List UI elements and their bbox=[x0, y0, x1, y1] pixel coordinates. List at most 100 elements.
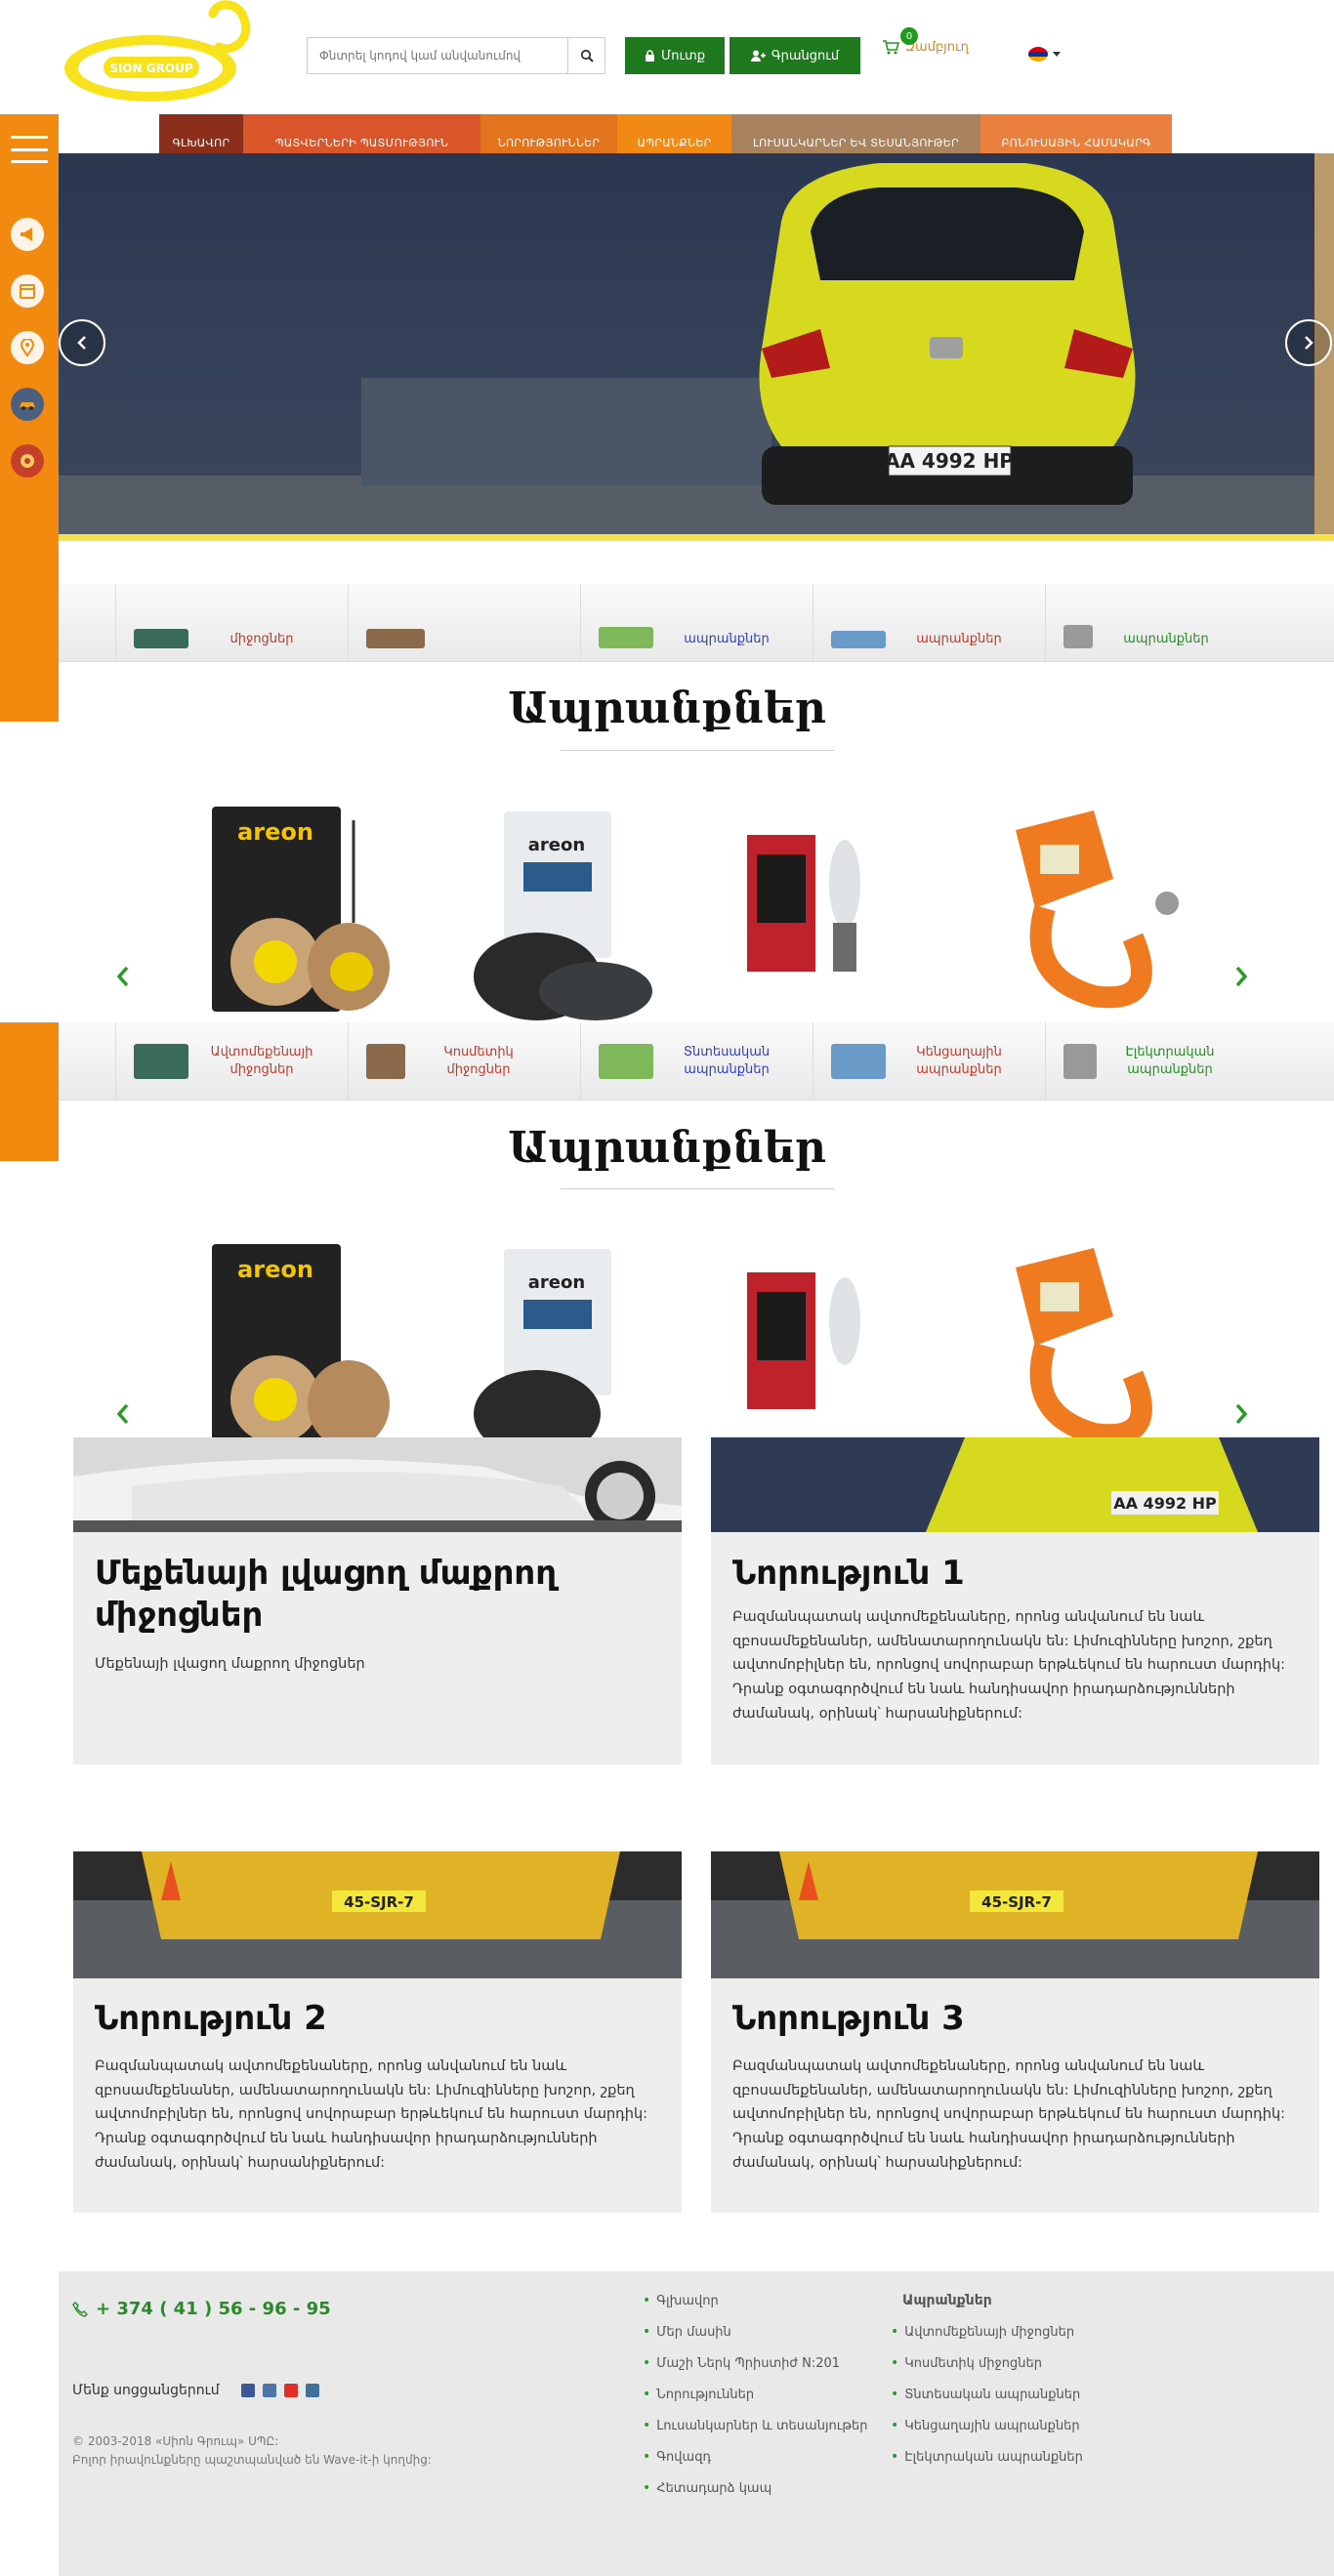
product-card[interactable] bbox=[986, 1238, 1172, 1437]
lock-icon bbox=[645, 50, 654, 62]
menu-icon[interactable] bbox=[11, 136, 48, 163]
footer: + 374 ( 41 ) 56 - 96 - 95 Մենք սոցցանցեր… bbox=[59, 2271, 1334, 2576]
footer-link-news[interactable]: Նորություններ bbox=[643, 2379, 867, 2410]
footer-product-link-electric[interactable]: Էլեկտրական ապրանքներ bbox=[891, 2441, 1083, 2472]
copyright-line: Բոլոր իրավունքները պաշտպանված են Wave-it… bbox=[72, 2453, 432, 2468]
category-item-domestic[interactable]: Կենցաղային ապրանքներ bbox=[813, 1022, 1045, 1101]
chevron-right-icon bbox=[1235, 966, 1248, 987]
category-item-cosmetic[interactable]: Կոսմետիկ միջոցներ bbox=[348, 1022, 580, 1101]
youtube-icon[interactable] bbox=[283, 2384, 298, 2397]
category-strip: Ավտոմեքենայի միջոցներ Կոսմետիկ միջոցներ … bbox=[59, 1022, 1334, 1101]
products-next-arrow[interactable] bbox=[1230, 962, 1253, 991]
category-strip-top: միջոցներ ապրանքներ ապրանքներ ապրանքներ bbox=[59, 584, 1334, 662]
search-input[interactable] bbox=[308, 38, 567, 73]
search-button[interactable] bbox=[567, 38, 604, 73]
footer-product-link-cosmetic[interactable]: Կոսմետիկ միջոցներ bbox=[891, 2347, 1083, 2379]
news-title[interactable]: Նորություն 3 bbox=[732, 1998, 965, 2040]
areon-ken-image: areon bbox=[474, 1249, 611, 1437]
news-card[interactable]: 45-SJR-7 Նորություն 3 Բազմանպատակ ավտոմե… bbox=[711, 1851, 1319, 2213]
products-prev-arrow[interactable] bbox=[111, 1399, 135, 1429]
bonus-icon[interactable] bbox=[11, 444, 44, 478]
products-section-title: Ապրանքներ bbox=[508, 1123, 826, 1173]
location-icon[interactable] bbox=[11, 331, 44, 364]
chevron-left-icon bbox=[116, 966, 129, 987]
footer-product-link-domestic[interactable]: Կենցաղային ապրանքներ bbox=[891, 2410, 1083, 2441]
ferrari-news-image: 45-SJR-7 bbox=[711, 1851, 1319, 1978]
hero-next-arrow[interactable] bbox=[1285, 319, 1332, 366]
halogen-lamp-image bbox=[747, 1272, 860, 1409]
footer-product-links: Ավտոմեքենայի միջոցներ Կոսմետիկ միջոցներ … bbox=[891, 2316, 1083, 2472]
search-box bbox=[307, 37, 605, 74]
category-item-domestic-clipped[interactable]: ապրանքներ bbox=[813, 584, 1045, 662]
footer-link-ads[interactable]: Գովազդ bbox=[643, 2441, 867, 2472]
calendar-icon[interactable] bbox=[11, 274, 44, 308]
product-card[interactable]: areon bbox=[207, 801, 393, 1016]
title-underline bbox=[561, 750, 834, 751]
category-item-household-clipped[interactable]: ապրանքներ bbox=[580, 584, 813, 662]
chevron-left-icon bbox=[77, 336, 86, 350]
megaphone-icon[interactable] bbox=[11, 218, 44, 251]
news-card[interactable]: 45-SJR-7 Նորություն 2 Բազմանպատակ ավտոմե… bbox=[73, 1851, 682, 2213]
products-prev-arrow[interactable] bbox=[111, 962, 135, 991]
news-card[interactable]: Մեքենայի լվացող մաքրող միջոցներ Մեքենայի… bbox=[73, 1437, 682, 1765]
chevron-right-icon bbox=[1235, 1403, 1248, 1425]
svg-text:areon: areon bbox=[528, 835, 585, 855]
logo-text: SION GROUP bbox=[109, 62, 193, 75]
language-selector[interactable] bbox=[1028, 47, 1061, 62]
footer-link-contact[interactable]: Հետադարձ կապ bbox=[643, 2472, 867, 2504]
news-title[interactable]: Մեքենայի լվացող մաքրող միջոցներ bbox=[95, 1553, 642, 1636]
instagram-icon[interactable] bbox=[305, 2384, 319, 2397]
follow-label: Մենք սոցցանցերում bbox=[72, 2383, 220, 2398]
footer-product-link-household[interactable]: Տնտեսական ապրանքներ bbox=[891, 2379, 1083, 2410]
product-card[interactable]: areon bbox=[469, 806, 654, 1020]
news-text: Մեքենայի լվացող մաքրող միջոցներ bbox=[95, 1656, 365, 1672]
category-item-auto-clipped[interactable]: միջոցներ bbox=[115, 584, 348, 662]
vk-icon[interactable] bbox=[262, 2384, 276, 2397]
electric-products-thumb bbox=[1063, 1044, 1097, 1079]
household-products-thumb bbox=[599, 627, 653, 648]
areon-fresco-image: areon bbox=[212, 807, 390, 1012]
halogen-lamp-image bbox=[747, 835, 860, 972]
products-next-arrow[interactable] bbox=[1230, 1399, 1253, 1429]
hero-prev-arrow[interactable] bbox=[59, 319, 105, 366]
add-user-icon bbox=[750, 50, 766, 62]
category-item-electric-clipped[interactable]: ապրանքներ bbox=[1045, 584, 1277, 662]
facebook-icon[interactable] bbox=[240, 2384, 255, 2397]
domestic-products-thumb bbox=[831, 1044, 886, 1079]
news-card[interactable]: AA 4992 HP Նորություն 1 Բազմանպատակ ավտո… bbox=[711, 1437, 1319, 1765]
footer-link-about[interactable]: Մեր մասին bbox=[643, 2316, 867, 2347]
product-card[interactable] bbox=[986, 801, 1179, 1016]
footer-products-heading: Ապրանքներ bbox=[902, 2293, 992, 2308]
auto-products-thumb bbox=[134, 1044, 188, 1079]
category-label: Ավտոմեքենայի միջոցներ bbox=[210, 1045, 313, 1077]
areon-ken-image: areon bbox=[474, 811, 652, 1020]
household-products-thumb bbox=[599, 1044, 653, 1079]
register-button[interactable]: Գրանցում bbox=[730, 37, 860, 74]
category-item-electric[interactable]: Էլեկտրական ապրանքներ bbox=[1045, 1022, 1277, 1101]
product-card[interactable]: areon bbox=[207, 1238, 393, 1437]
armenia-flag-icon bbox=[1028, 47, 1048, 62]
category-item-auto[interactable]: Ավտոմեքենայի միջոցներ bbox=[115, 1022, 348, 1101]
product-card[interactable]: areon bbox=[469, 1243, 654, 1437]
category-item-cosmetic-clipped[interactable] bbox=[348, 584, 580, 662]
car-wash-icon[interactable] bbox=[11, 388, 44, 421]
category-label: Էլեկտրական ապրանքներ bbox=[1125, 1045, 1215, 1077]
footer-link-paint[interactable]: Մաշի Ներկ Պրիստիժ N:201 bbox=[643, 2347, 867, 2379]
category-item-household[interactable]: Տնտեսական ապրանքներ bbox=[580, 1022, 813, 1101]
page: { "header": { "logo_text": "SION GROUP",… bbox=[0, 0, 1334, 2576]
social-links: Մենք սոցցանցերում bbox=[72, 2383, 319, 2398]
news-title[interactable]: Նորություն 1 bbox=[732, 1553, 965, 1595]
product-card[interactable] bbox=[728, 1243, 913, 1437]
chevron-right-icon bbox=[1305, 336, 1313, 350]
product-card[interactable] bbox=[728, 806, 913, 1020]
cart-link[interactable]: Զամբյուղ bbox=[882, 39, 969, 55]
footer-phone[interactable]: + 374 ( 41 ) 56 - 96 - 95 bbox=[72, 2299, 331, 2319]
tow-strap-image bbox=[1016, 1248, 1152, 1437]
footer-link-media[interactable]: Լուսանկարներ և տեսանյութեր bbox=[643, 2410, 867, 2441]
footer-link-home[interactable]: Գլխավոր bbox=[643, 2285, 867, 2316]
login-button[interactable]: Մուտք bbox=[625, 37, 725, 74]
news-text: Բազմանպատակ ավտոմեքենաները, որոնց անվանո… bbox=[732, 1609, 1286, 1722]
footer-product-link-auto[interactable]: Ավտոմեքենայի միջոցներ bbox=[891, 2316, 1083, 2347]
news-title[interactable]: Նորություն 2 bbox=[95, 1998, 327, 2040]
site-logo[interactable]: SION GROUP bbox=[61, 0, 252, 107]
